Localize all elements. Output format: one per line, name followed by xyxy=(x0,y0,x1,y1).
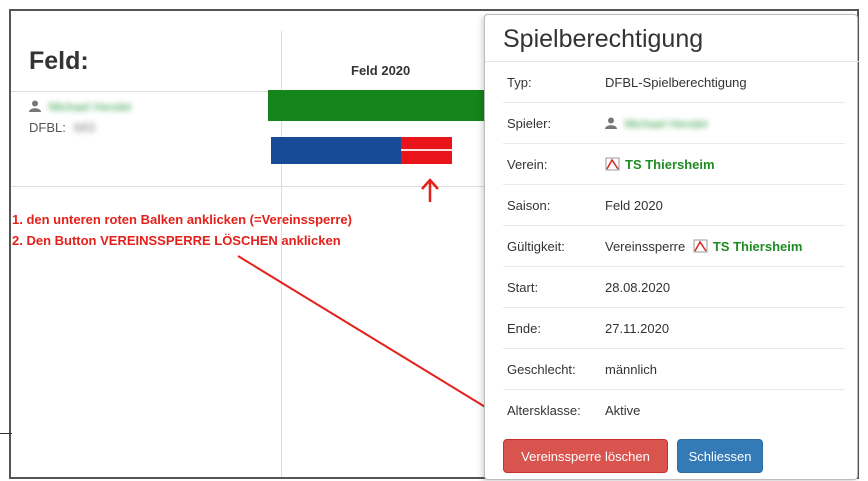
gender-label: Geschlecht: xyxy=(507,362,576,377)
end-label: Ende: xyxy=(507,321,541,336)
start-label: Start: xyxy=(507,280,539,295)
user-icon xyxy=(605,117,617,129)
arrow-diagonal-icon xyxy=(237,255,503,419)
divider-line xyxy=(0,433,12,434)
season-label: Saison: xyxy=(507,198,551,213)
row-club: Verein: TS Thiersheim xyxy=(503,144,845,185)
club-logo-icon xyxy=(693,239,708,253)
arrow-up-icon xyxy=(421,178,439,202)
eligibility-modal: Spielberechtigung Typ: DFBL-Spielberecht… xyxy=(484,14,859,480)
row-season: Saison: Feld 2020 xyxy=(503,185,845,226)
row-end: Ende: 27.11.2020 xyxy=(503,308,845,349)
season-value: Feld 2020 xyxy=(605,198,663,213)
gender-value: männlich xyxy=(605,362,658,377)
type-value: DFBL-Spielberechtigung xyxy=(605,75,747,90)
age-class-label: Altersklasse: xyxy=(507,403,581,418)
row-type: Typ: DFBL-Spielberechtigung xyxy=(503,62,845,103)
end-value: 27.11.2020 xyxy=(605,321,670,336)
club-logo-icon xyxy=(605,157,620,171)
player-value-wrap: Michael Hendel xyxy=(605,116,707,131)
row-age-class: Altersklasse: Aktive xyxy=(503,390,845,431)
player-label: Spieler: xyxy=(507,116,552,131)
row-validity: Gültigkeit: Vereinssperre TS Thiersheim xyxy=(503,226,845,267)
validity-value-wrap: Vereinssperre TS Thiersheim xyxy=(605,239,802,254)
club-value-wrap: TS Thiersheim xyxy=(605,157,715,172)
row-gender: Geschlecht: männlich xyxy=(503,349,845,390)
club-name-link[interactable]: TS Thiersheim xyxy=(625,157,715,172)
validity-club-link[interactable]: TS Thiersheim xyxy=(713,239,803,254)
delete-club-lock-button[interactable]: Vereinssperre löschen xyxy=(503,439,668,473)
validity-label: Gültigkeit: xyxy=(507,239,565,254)
row-player: Spieler: Michael Hendel xyxy=(503,103,845,144)
modal-title: Spielberechtigung xyxy=(503,25,704,53)
close-button[interactable]: Schliessen xyxy=(677,439,763,473)
club-label: Verein: xyxy=(507,157,548,172)
type-label: Typ: xyxy=(507,75,532,90)
validity-value: Vereinssperre xyxy=(605,239,686,254)
age-class-value: Aktive xyxy=(605,403,641,418)
row-start: Start: 28.08.2020 xyxy=(503,267,845,308)
player-name-link[interactable]: Michael Hendel xyxy=(625,117,708,131)
start-value: 28.08.2020 xyxy=(605,280,671,295)
